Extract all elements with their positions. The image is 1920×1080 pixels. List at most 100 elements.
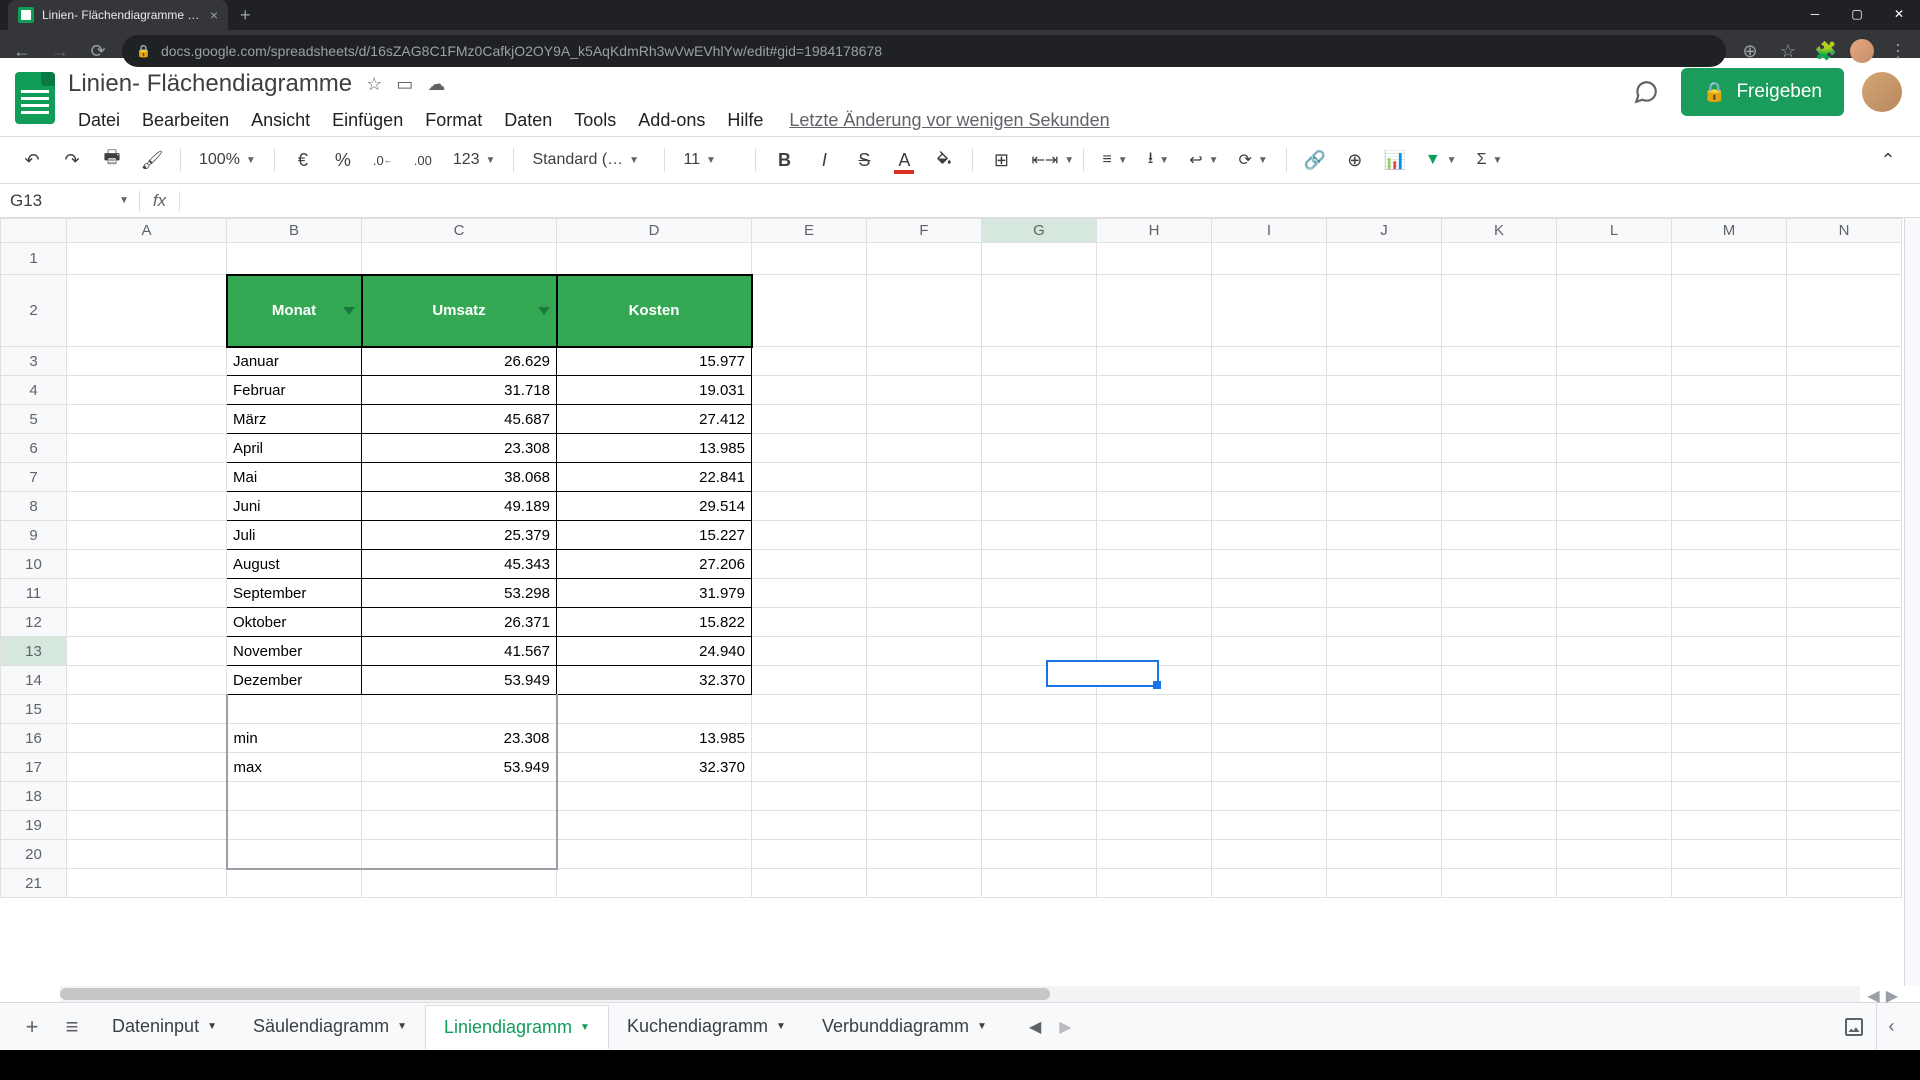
minimize-button[interactable]: ─ <box>1794 0 1836 28</box>
cell-B7[interactable]: Mai <box>227 463 362 492</box>
cell-D16[interactable]: 13.985 <box>557 724 752 753</box>
col-header-A[interactable]: A <box>67 219 227 243</box>
cell-K20[interactable] <box>1442 840 1557 869</box>
cell-K9[interactable] <box>1442 521 1557 550</box>
cell-I18[interactable] <box>1212 782 1327 811</box>
cell-J5[interactable] <box>1327 405 1442 434</box>
cell-F6[interactable] <box>867 434 982 463</box>
cell-H1[interactable] <box>1097 243 1212 275</box>
cell-M20[interactable] <box>1672 840 1787 869</box>
chart-button[interactable]: 📊 <box>1377 142 1413 178</box>
cell-H12[interactable] <box>1097 608 1212 637</box>
cell-D8[interactable]: 29.514 <box>557 492 752 521</box>
cell-L8[interactable] <box>1557 492 1672 521</box>
cell-H16[interactable] <box>1097 724 1212 753</box>
cell-K14[interactable] <box>1442 666 1557 695</box>
cell-C2[interactable]: Umsatz <box>362 275 557 347</box>
cloud-status-icon[interactable]: ☁ <box>427 74 445 95</box>
cell-L4[interactable] <box>1557 376 1672 405</box>
cell-J15[interactable] <box>1327 695 1442 724</box>
cell-C5[interactable]: 45.687 <box>362 405 557 434</box>
menu-add-ons[interactable]: Add-ons <box>628 106 715 135</box>
cell-M3[interactable] <box>1672 347 1787 376</box>
menu-hilfe[interactable]: Hilfe <box>717 106 773 135</box>
cell-K16[interactable] <box>1442 724 1557 753</box>
cell-I13[interactable] <box>1212 637 1327 666</box>
cell-E14[interactable] <box>752 666 867 695</box>
cell-G5[interactable] <box>982 405 1097 434</box>
cell-K13[interactable] <box>1442 637 1557 666</box>
cell-I6[interactable] <box>1212 434 1327 463</box>
col-header-M[interactable]: M <box>1672 219 1787 243</box>
cell-L16[interactable] <box>1557 724 1672 753</box>
cell-I19[interactable] <box>1212 811 1327 840</box>
row-header-17[interactable]: 17 <box>1 753 67 782</box>
cell-N7[interactable] <box>1787 463 1902 492</box>
cell-A18[interactable] <box>67 782 227 811</box>
cell-K12[interactable] <box>1442 608 1557 637</box>
share-button[interactable]: 🔒 Freigeben <box>1681 68 1844 116</box>
cell-E12[interactable] <box>752 608 867 637</box>
cell-J18[interactable] <box>1327 782 1442 811</box>
cell-B12[interactable]: Oktober <box>227 608 362 637</box>
font-size-select[interactable]: 11▼ <box>675 142 745 178</box>
cell-A3[interactable] <box>67 347 227 376</box>
cell-A21[interactable] <box>67 869 227 898</box>
cell-J12[interactable] <box>1327 608 1442 637</box>
cell-C7[interactable]: 38.068 <box>362 463 557 492</box>
cell-G12[interactable] <box>982 608 1097 637</box>
cell-A7[interactable] <box>67 463 227 492</box>
cell-I7[interactable] <box>1212 463 1327 492</box>
cell-A5[interactable] <box>67 405 227 434</box>
all-sheets-button[interactable]: ≡ <box>54 1009 90 1045</box>
cell-B18[interactable] <box>227 782 362 811</box>
cell-K15[interactable] <box>1442 695 1557 724</box>
cell-H18[interactable] <box>1097 782 1212 811</box>
cell-C3[interactable]: 26.629 <box>362 347 557 376</box>
cell-B13[interactable]: November <box>227 637 362 666</box>
cell-C11[interactable]: 53.298 <box>362 579 557 608</box>
cell-F7[interactable] <box>867 463 982 492</box>
cell-J7[interactable] <box>1327 463 1442 492</box>
document-title[interactable]: Linien- Flächendiagramme <box>68 70 352 98</box>
cell-B16[interactable]: min <box>227 724 362 753</box>
close-window-button[interactable]: ✕ <box>1878 0 1920 28</box>
name-box[interactable]: G13 ▼ <box>0 191 140 211</box>
cell-E16[interactable] <box>752 724 867 753</box>
menu-ansicht[interactable]: Ansicht <box>241 106 320 135</box>
percent-button[interactable]: % <box>325 142 361 178</box>
cell-N17[interactable] <box>1787 753 1902 782</box>
cell-H5[interactable] <box>1097 405 1212 434</box>
cell-D1[interactable] <box>557 243 752 275</box>
chevron-down-icon[interactable]: ▼ <box>397 1021 407 1032</box>
cell-E2[interactable] <box>752 275 867 347</box>
cell-F10[interactable] <box>867 550 982 579</box>
cell-C14[interactable]: 53.949 <box>362 666 557 695</box>
cell-F21[interactable] <box>867 869 982 898</box>
cell-E11[interactable] <box>752 579 867 608</box>
cell-K10[interactable] <box>1442 550 1557 579</box>
chevron-down-icon[interactable]: ▼ <box>977 1021 987 1032</box>
cell-H8[interactable] <box>1097 492 1212 521</box>
cell-I16[interactable] <box>1212 724 1327 753</box>
cell-A15[interactable] <box>67 695 227 724</box>
sheets-logo[interactable] <box>10 68 60 128</box>
undo-button[interactable]: ↶ <box>14 142 50 178</box>
row-header-5[interactable]: 5 <box>1 405 67 434</box>
cell-G8[interactable] <box>982 492 1097 521</box>
cell-F9[interactable] <box>867 521 982 550</box>
redo-button[interactable]: ↷ <box>54 142 90 178</box>
cell-M13[interactable] <box>1672 637 1787 666</box>
cell-D5[interactable]: 27.412 <box>557 405 752 434</box>
cell-L3[interactable] <box>1557 347 1672 376</box>
cell-E13[interactable] <box>752 637 867 666</box>
cell-G19[interactable] <box>982 811 1097 840</box>
col-header-H[interactable]: H <box>1097 219 1212 243</box>
cell-L5[interactable] <box>1557 405 1672 434</box>
cell-E17[interactable] <box>752 753 867 782</box>
cell-J10[interactable] <box>1327 550 1442 579</box>
cell-M14[interactable] <box>1672 666 1787 695</box>
sheet-tab-verbunddiagramm[interactable]: Verbunddiagramm▼ <box>804 1005 1005 1049</box>
cell-N12[interactable] <box>1787 608 1902 637</box>
cell-J19[interactable] <box>1327 811 1442 840</box>
